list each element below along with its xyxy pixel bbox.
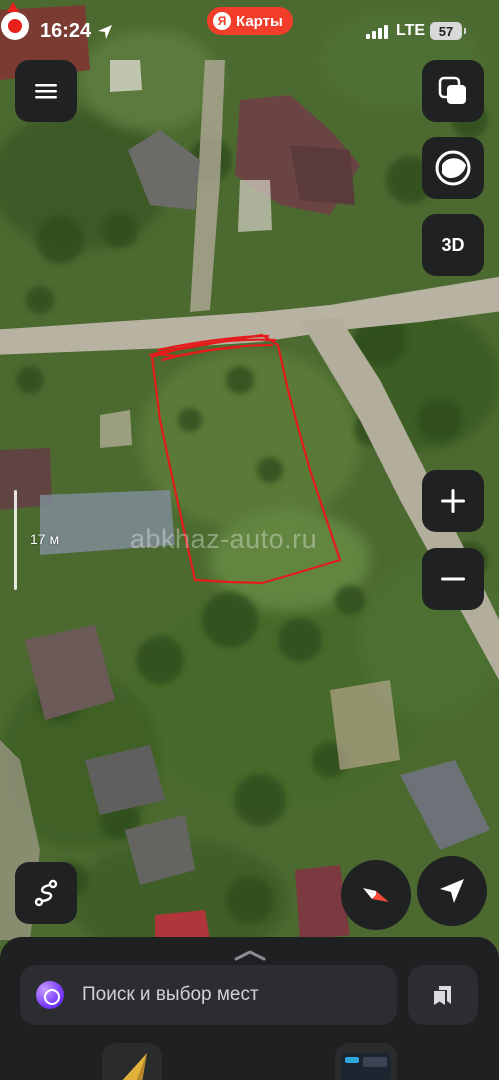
- map-style-icon: [435, 150, 471, 186]
- yandex-logo-icon: Я: [213, 12, 231, 30]
- status-bar: 16:24 Я Карты LTE 57: [0, 0, 499, 62]
- return-to-app-badge[interactable]: Я Карты: [207, 7, 293, 35]
- transport-icon: [341, 1053, 391, 1080]
- clock: 16:24: [40, 20, 92, 42]
- plus-icon: [441, 489, 465, 513]
- layers-icon: [438, 76, 466, 104]
- alice-icon[interactable]: [36, 981, 64, 1009]
- app-badge-label: Карты: [236, 12, 283, 30]
- minus-icon: [441, 577, 465, 581]
- compass-icon: [363, 888, 389, 902]
- zoom-out-button[interactable]: [422, 548, 484, 610]
- chevron-up-icon[interactable]: [233, 949, 267, 961]
- menu-icon: [35, 84, 57, 99]
- compass-button[interactable]: [341, 860, 411, 930]
- map-style-button[interactable]: [422, 137, 484, 199]
- shortcut-navigator[interactable]: [102, 1043, 162, 1080]
- layers-button[interactable]: [422, 60, 484, 122]
- route-button[interactable]: [15, 862, 77, 924]
- watermark: abkhaz-auto.ru: [130, 524, 318, 554]
- battery-indicator: 57: [430, 22, 466, 40]
- bottom-sheet[interactable]: Поиск и выбор мест: [0, 937, 499, 1080]
- bookmarks-icon: [434, 986, 451, 1005]
- route-icon: [34, 879, 58, 907]
- bookmarks-button[interactable]: [408, 965, 478, 1025]
- map-scale-bar: [14, 490, 17, 590]
- signal-strength-icon: [366, 24, 388, 39]
- 3d-mode-button[interactable]: 3D: [422, 214, 484, 276]
- locate-me-button[interactable]: [417, 856, 487, 926]
- menu-button[interactable]: [15, 60, 77, 122]
- map-scale-label: 17 м: [30, 531, 60, 547]
- network-type: LTE: [396, 22, 426, 39]
- navigator-icon: [122, 1053, 147, 1080]
- search-placeholder: Поиск и выбор мест: [82, 984, 259, 1005]
- location-arrow-icon: [98, 24, 113, 39]
- search-input[interactable]: Поиск и выбор мест: [20, 965, 397, 1025]
- locate-me-icon: [440, 879, 464, 903]
- zoom-in-button[interactable]: [422, 470, 484, 532]
- shortcut-transport[interactable]: [335, 1043, 397, 1080]
